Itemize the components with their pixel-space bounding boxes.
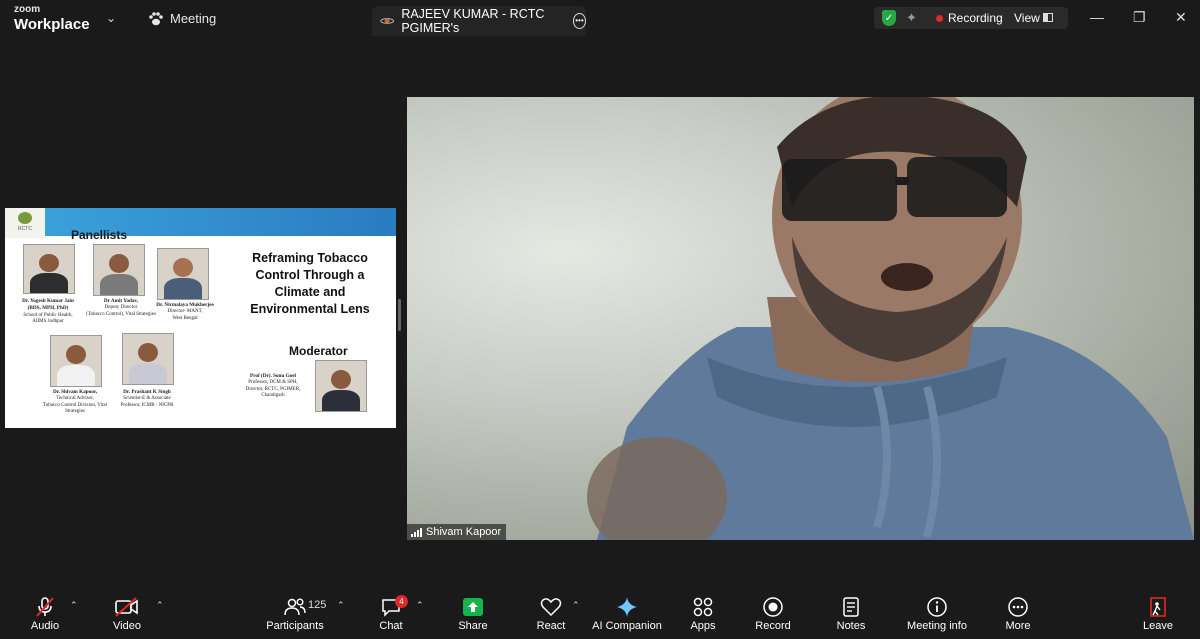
meeting-stage: RCTC Panellists Dr. Yogesh Kumar Jain (BD…: [0, 38, 1200, 586]
record-icon: [763, 597, 783, 617]
leave-button[interactable]: Leave: [1118, 586, 1198, 639]
moderator-caption: Prof (Dr). Sonu Goel Professor, DCM & SPH…: [245, 373, 301, 398]
recording-dot-icon: [936, 15, 943, 22]
react-options-caret-icon[interactable]: ⌃: [572, 600, 580, 611]
recording-label[interactable]: Recording: [948, 11, 1003, 25]
video-label: Video: [113, 620, 141, 632]
meeting-toolbar: Audio ⌃ Video ⌃ Participants 125 ⌃ 4 Cha…: [0, 586, 1200, 639]
chat-unread-badge: 4: [395, 595, 408, 608]
panelist-caption: Dr. Prashant K Singh Scientist-E & Associ…: [120, 389, 174, 408]
minimize-icon[interactable]: —: [1090, 9, 1104, 25]
camera-off-icon: [115, 597, 138, 617]
video-frame: [587, 97, 1194, 540]
panelist-photo: [157, 248, 209, 300]
more-dots-icon: [1008, 597, 1028, 617]
ai-companion-sparkle-icon: [617, 597, 637, 617]
rctc-logo: RCTC: [5, 208, 45, 238]
panelist-photo: [93, 244, 145, 296]
participant-video[interactable]: [407, 97, 1194, 540]
participant-name-tag: Shivam Kapoor: [407, 524, 507, 540]
more-label: More: [1005, 620, 1031, 632]
chevron-down-icon[interactable]: ⌄: [106, 11, 116, 25]
host-logo-icon: [380, 18, 394, 24]
microphone-muted-icon: [36, 597, 54, 617]
moderator-photo: [315, 360, 367, 412]
heart-icon: [540, 598, 562, 617]
view-button[interactable]: View: [1014, 11, 1040, 25]
paw-icon: [149, 11, 163, 25]
leave-door-icon: [1150, 597, 1166, 617]
slide-title: Reframing Tobacco Control Through a Clim…: [250, 251, 370, 316]
panelist-photo: [122, 333, 174, 385]
more-options-icon[interactable]: •••: [572, 13, 586, 29]
signal-strength-icon: [411, 527, 422, 537]
info-icon: [927, 597, 947, 617]
panellists-heading: Panellists: [71, 228, 128, 242]
ai-sparkle-icon[interactable]: ✦: [906, 10, 917, 26]
leave-label: Leave: [1143, 620, 1173, 632]
title-bar: zoom Workplace ⌄ Meeting RAJEEV KUMAR - …: [0, 0, 1200, 38]
video-options-caret-icon[interactable]: ⌃: [156, 600, 164, 611]
participants-options-caret-icon[interactable]: ⌃: [337, 600, 345, 611]
participants-count: 125: [308, 599, 327, 611]
notes-icon: [843, 597, 859, 617]
zoom-workplace-logo[interactable]: zoom Workplace: [14, 4, 90, 33]
audio-options-caret-icon[interactable]: ⌃: [70, 600, 78, 611]
brand-top-text: zoom: [14, 4, 41, 15]
participants-icon: [284, 598, 306, 616]
encryption-shield-icon[interactable]: ✓: [882, 10, 896, 26]
panelist-caption: Dr. Nirmalaya Mukherjee Director- MANT, W…: [156, 302, 214, 321]
close-icon[interactable]: ✕: [1175, 9, 1187, 26]
video-button[interactable]: Video: [87, 586, 167, 639]
chat-options-caret-icon[interactable]: ⌃: [416, 600, 424, 611]
restore-icon[interactable]: ❐: [1133, 9, 1146, 26]
status-group: ✓ ✦ Recording View: [874, 7, 1068, 29]
participants-button[interactable]: Participants: [255, 586, 335, 639]
meeting-menu-button[interactable]: Meeting: [148, 11, 216, 26]
host-tab-label: RAJEEV KUMAR - RCTC PGIMER's: [401, 7, 545, 35]
apps-grid-icon: [693, 597, 713, 617]
host-tab[interactable]: RAJEEV KUMAR - RCTC PGIMER's •••: [372, 6, 586, 36]
meeting-label: Meeting: [170, 11, 217, 26]
more-button[interactable]: More: [978, 586, 1058, 639]
shared-screen[interactable]: RCTC Panellists Dr. Yogesh Kumar Jain (BD…: [5, 208, 396, 428]
view-layout-icon[interactable]: [1043, 13, 1053, 22]
share-screen-icon: [463, 598, 483, 616]
panelist-photo: [23, 244, 75, 294]
moderator-heading: Moderator: [289, 344, 348, 358]
splitter-handle[interactable]: [398, 299, 401, 331]
brand-main-text: Workplace: [14, 16, 90, 33]
panelist-photo: [50, 335, 102, 387]
participant-name: Shivam Kapoor: [426, 526, 502, 538]
